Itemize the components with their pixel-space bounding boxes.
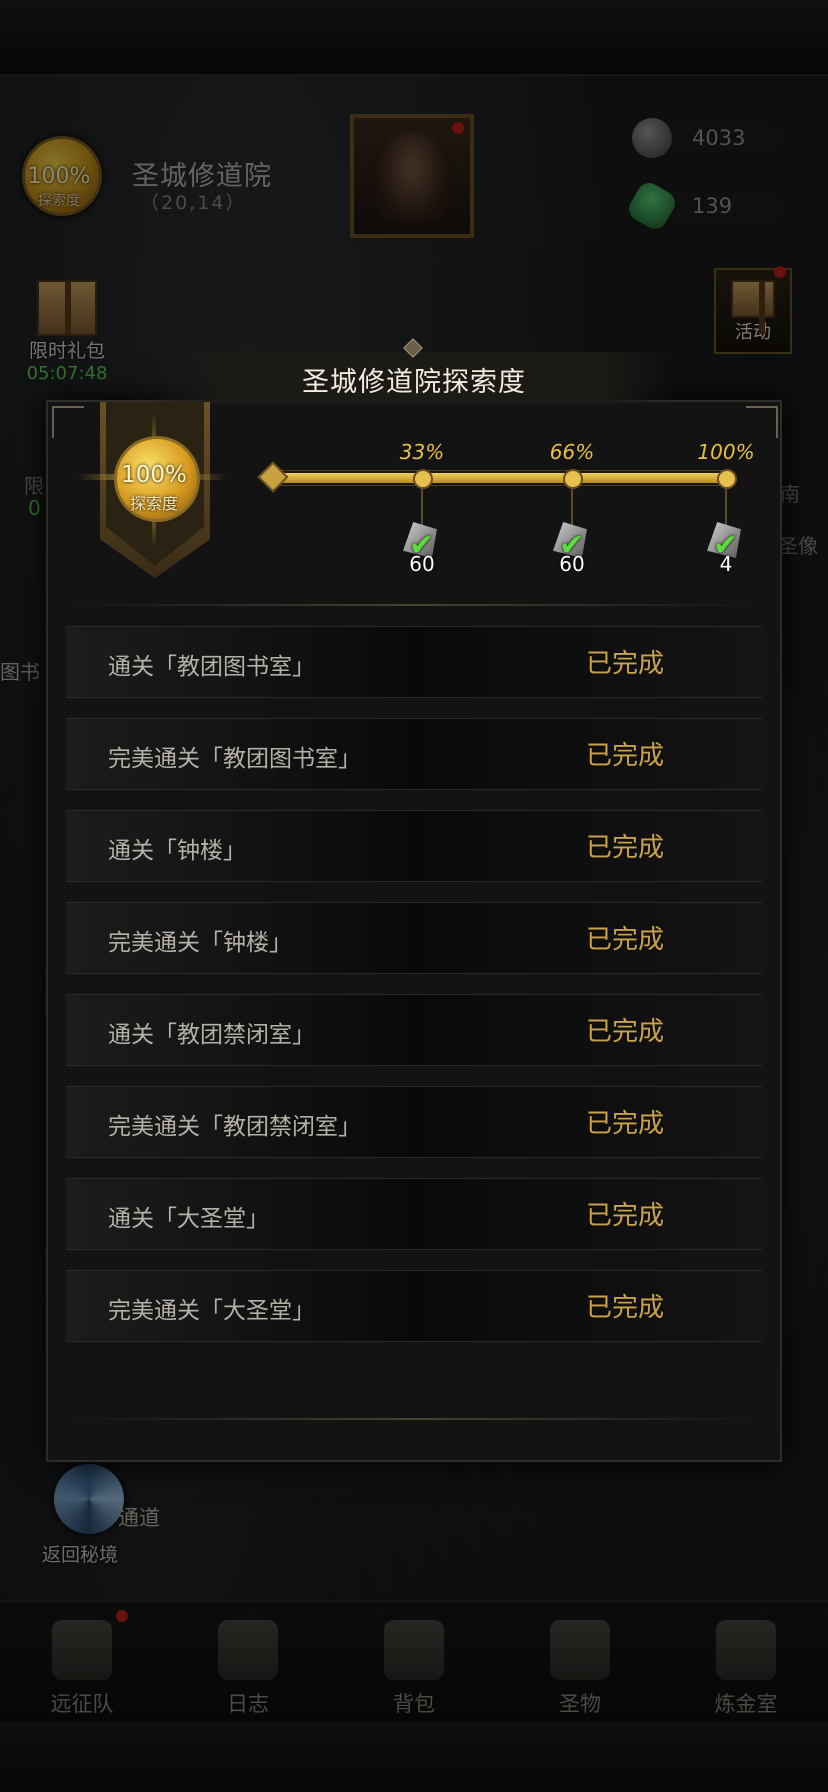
task-status: 已完成	[586, 1201, 665, 1231]
task-status: 已完成	[586, 1017, 665, 1047]
task-name: 完美通关「教团禁闭室」	[108, 1114, 361, 1140]
task-row: 通关「教团图书室」 已完成	[66, 626, 762, 698]
milestone-reward[interactable]: ✔ 4	[701, 520, 751, 576]
milestone-node	[563, 469, 583, 489]
task-name: 通关「教团图书室」	[108, 654, 315, 680]
task-name: 通关「教团禁闭室」	[108, 1022, 315, 1048]
milestone-reward[interactable]: ✔ 60	[397, 520, 447, 576]
task-status: 已完成	[586, 741, 665, 771]
task-row: 通关「教团禁闭室」 已完成	[66, 994, 762, 1066]
task-status: 已完成	[586, 833, 665, 863]
task-row: 完美通关「教团禁闭室」 已完成	[66, 1086, 762, 1158]
exploration-progress-fill	[271, 473, 731, 483]
task-row: 完美通关「大圣堂」 已完成	[66, 1270, 762, 1342]
milestone-reward-count: 60	[559, 552, 585, 576]
task-name: 通关「钟楼」	[108, 838, 246, 864]
task-status: 已完成	[586, 1109, 665, 1139]
task-name: 完美通关「教团图书室」	[108, 746, 361, 772]
milestone-node	[413, 469, 433, 489]
task-name: 完美通关「钟楼」	[108, 930, 292, 956]
task-row: 通关「大圣堂」 已完成	[66, 1178, 762, 1250]
divider	[74, 604, 754, 606]
milestone-reward[interactable]: ✔ 60	[547, 520, 597, 576]
modal-exploration-label: 探索度	[129, 494, 178, 513]
milestone-reward-count: 4	[719, 552, 733, 576]
milestone-node	[717, 469, 737, 489]
milestone-percent: 33%	[399, 440, 445, 464]
task-name: 通关「大圣堂」	[108, 1206, 269, 1232]
modal-exploration-percent: 100%	[121, 462, 187, 488]
milestone-percent: 66%	[549, 440, 595, 464]
modal-title: 圣城修道院探索度	[302, 367, 526, 398]
task-status: 已完成	[586, 925, 665, 955]
task-name: 完美通关「大圣堂」	[108, 1298, 315, 1324]
task-status: 已完成	[586, 649, 665, 679]
exploration-progress-bar	[270, 470, 732, 486]
corner-ornament	[52, 406, 84, 438]
task-row: 通关「钟楼」 已完成	[66, 810, 762, 882]
task-row: 完美通关「钟楼」 已完成	[66, 902, 762, 974]
corner-ornament	[746, 406, 778, 438]
milestone-percent: 100%	[697, 440, 755, 464]
task-status: 已完成	[586, 1293, 665, 1323]
divider	[74, 1418, 754, 1420]
milestone-reward-count: 60	[409, 552, 435, 576]
task-row: 完美通关「教团图书室」 已完成	[66, 718, 762, 790]
